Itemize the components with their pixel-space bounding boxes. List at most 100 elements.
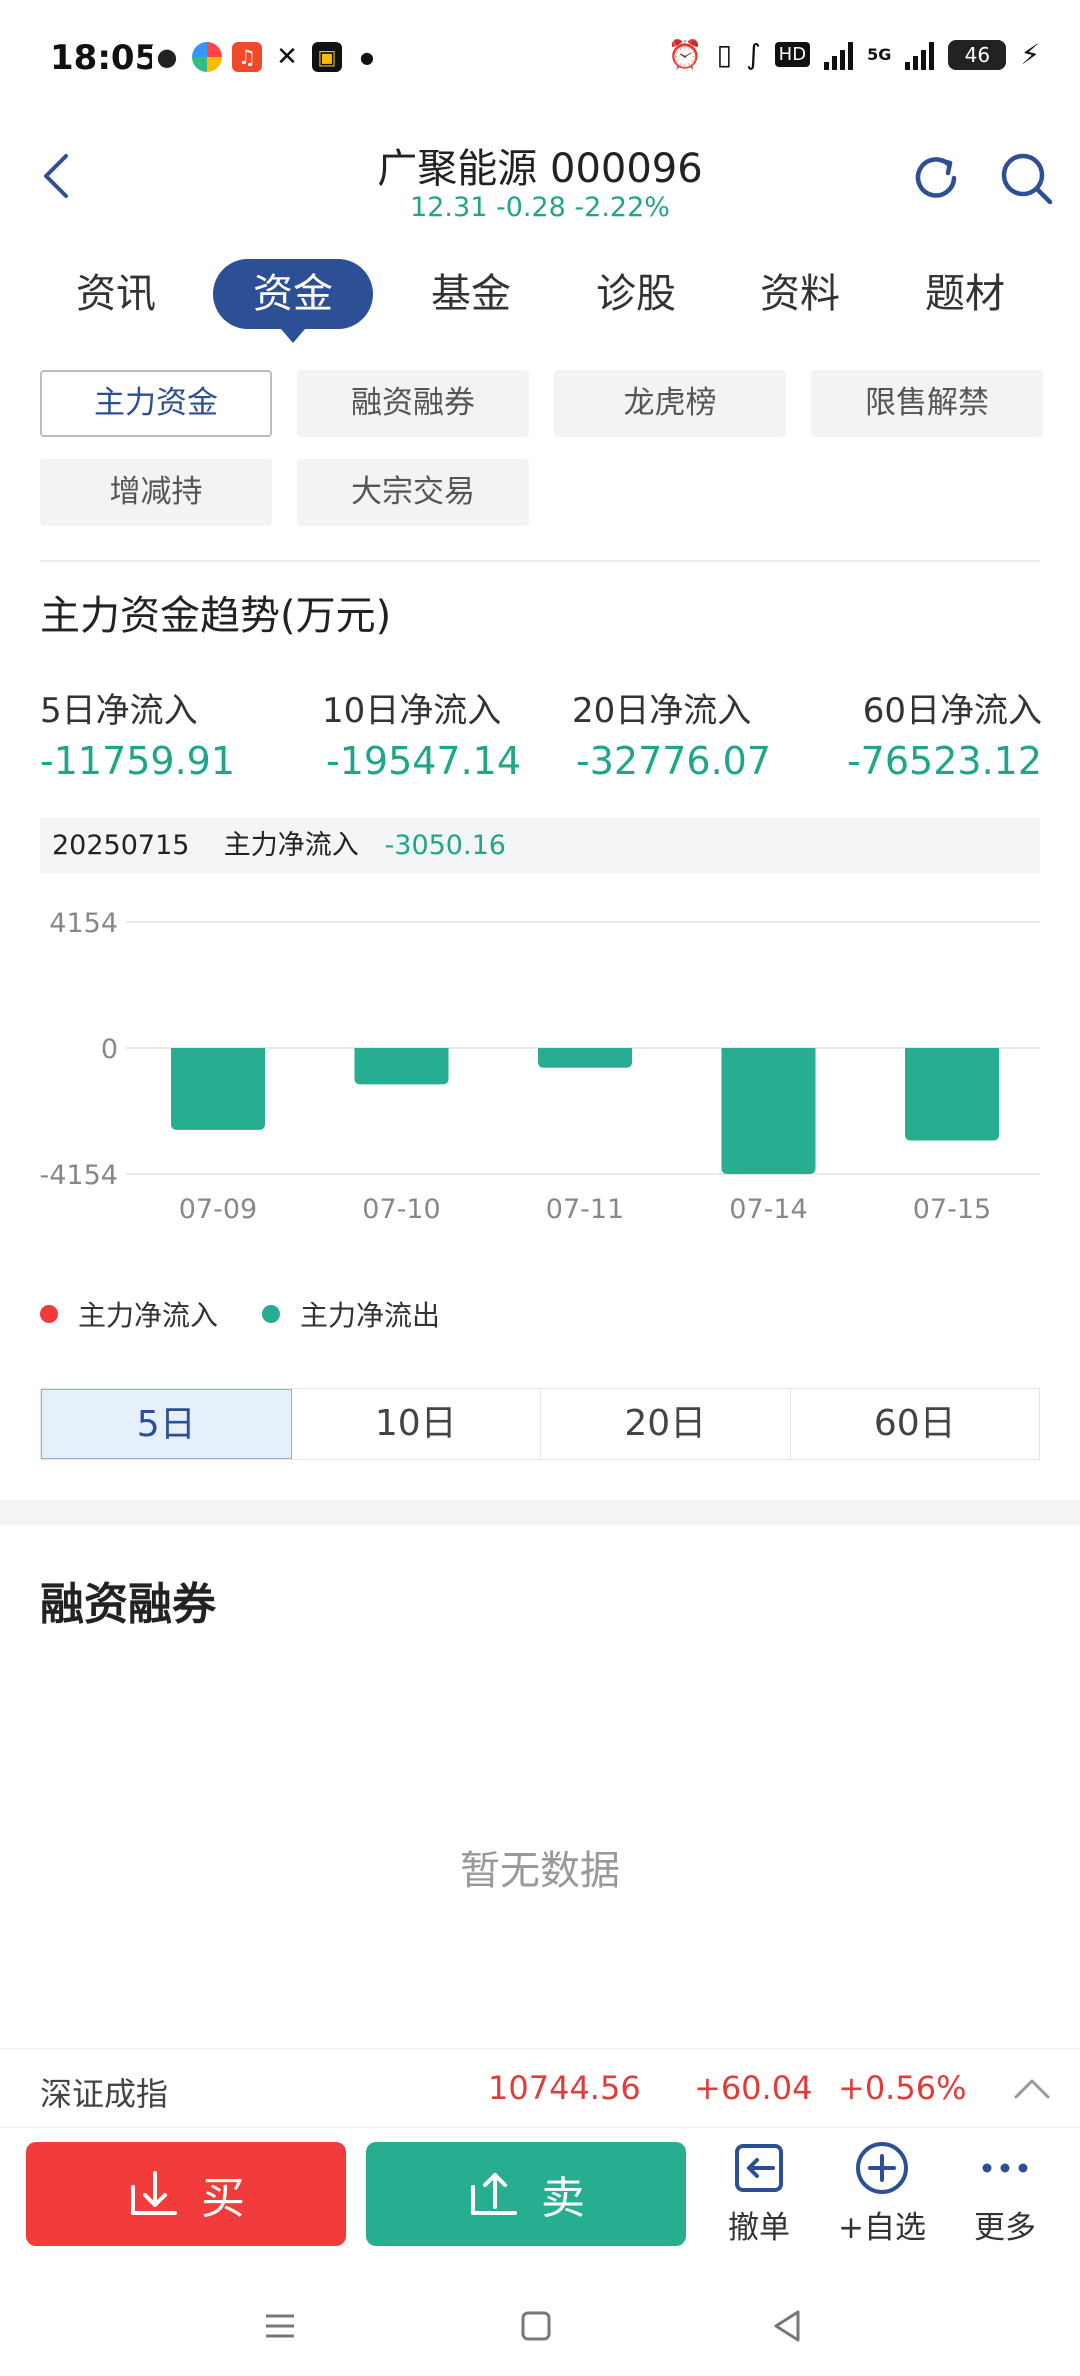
buy-arrow-icon bbox=[131, 2171, 177, 2215]
stat-20d-value: -32776.07 bbox=[576, 739, 772, 783]
menu-icon[interactable] bbox=[260, 2306, 300, 2346]
divider bbox=[40, 560, 1040, 562]
stat-20d-label: 20日净流入 bbox=[572, 691, 752, 731]
signal-icon bbox=[824, 40, 854, 70]
selected-value: -3050.16 bbox=[384, 830, 506, 861]
hd-icon: HD bbox=[774, 42, 811, 67]
subtab-block-trade[interactable]: 大宗交易 bbox=[297, 459, 529, 526]
buy-button[interactable]: 买 bbox=[26, 2142, 346, 2246]
period-5d[interactable]: 5日 bbox=[41, 1389, 292, 1459]
chart-legend: 主力净流入 主力净流出 bbox=[40, 1294, 440, 1334]
wechat-icon: ● bbox=[152, 42, 182, 72]
fund-flow-chart[interactable]: 4154 0 -4154 07-09 07-10 07-11 07-14 07-15 bbox=[0, 880, 1080, 1240]
period-tabs: 5日 10日 20日 60日 bbox=[40, 1388, 1040, 1460]
subtab-holdings-change[interactable]: 增减持 bbox=[40, 459, 272, 526]
legend-outflow-dot bbox=[262, 1305, 281, 1323]
sell-arrow-icon bbox=[471, 2173, 517, 2215]
buy-label: 买 bbox=[201, 2173, 245, 2224]
stat-5d-value: -11759.91 bbox=[40, 739, 236, 783]
more-notifications-icon: ● bbox=[360, 47, 374, 67]
stat-10d-label: 10日净流入 bbox=[322, 691, 502, 731]
y-tick-label: -4154 bbox=[40, 1160, 118, 1191]
x-tick-label: 07-09 bbox=[179, 1194, 257, 1225]
chevron-up-icon[interactable] bbox=[1012, 2071, 1052, 2107]
box-app-icon: ▣ bbox=[312, 42, 342, 72]
index-ticker-bar[interactable]: 深证成指 10744.56 +60.04 +0.56% bbox=[0, 2048, 1080, 2128]
sell-button[interactable]: 卖 bbox=[366, 2142, 686, 2246]
cancel-order-button[interactable]: 撤单 bbox=[704, 2140, 814, 2247]
vibrate-icon: ▯ bbox=[716, 38, 733, 71]
chart-bar bbox=[354, 1048, 449, 1085]
photos-icon bbox=[192, 42, 222, 72]
period-20d[interactable]: 20日 bbox=[541, 1389, 791, 1459]
plus-circle-icon bbox=[856, 2142, 908, 2194]
x-tick-label: 07-10 bbox=[362, 1194, 440, 1225]
selected-date-strip: 20250715 主力净流入 -3050.16 bbox=[40, 818, 1040, 873]
x-tick-label: 07-11 bbox=[546, 1194, 624, 1225]
index-name: 深证成指 bbox=[40, 2075, 169, 2113]
index-change: +60.04 bbox=[694, 2069, 813, 2107]
doc-app-icon: ✕ bbox=[272, 42, 302, 72]
index-value: 10744.56 bbox=[488, 2069, 641, 2107]
subtab-margin-trading[interactable]: 融资融券 bbox=[297, 370, 529, 437]
battery-icon: 46 bbox=[948, 39, 1007, 70]
selected-date: 20250715 bbox=[52, 830, 190, 861]
tab-fund[interactable]: 基金 bbox=[391, 259, 551, 329]
cancel-order-icon bbox=[735, 2144, 783, 2192]
main-tabs: 资讯 资金 基金 诊股 资料 题材 bbox=[0, 255, 1080, 343]
subtab-main-funds[interactable]: 主力资金 bbox=[40, 370, 272, 437]
network-5g-icon: 5G bbox=[867, 45, 892, 64]
y-tick-label: 0 bbox=[101, 1034, 118, 1065]
period-10d[interactable]: 10日 bbox=[292, 1389, 541, 1459]
chart-bar bbox=[905, 1048, 999, 1141]
system-navbar bbox=[0, 2280, 1080, 2376]
alarm-icon: ⏰ bbox=[667, 38, 703, 71]
search-icon[interactable] bbox=[996, 148, 1056, 208]
subtab-dragon-tiger[interactable]: 龙虎榜 bbox=[554, 370, 786, 437]
index-percent: +0.56% bbox=[838, 2069, 967, 2107]
legend-inflow-dot bbox=[40, 1305, 58, 1323]
stat-60d-label: 60日净流入 bbox=[862, 691, 1042, 731]
tab-funds[interactable]: 资金 bbox=[213, 259, 373, 343]
x-tick-label: 07-14 bbox=[729, 1194, 807, 1225]
signal-2-icon bbox=[905, 40, 935, 70]
refresh-icon[interactable] bbox=[906, 148, 966, 208]
more-dots-icon bbox=[982, 2163, 1028, 2173]
home-icon[interactable] bbox=[516, 2306, 556, 2346]
listen-app-icon: ♫ bbox=[232, 42, 262, 72]
y-tick-label: 4154 bbox=[49, 908, 118, 939]
tab-themes[interactable]: 题材 bbox=[885, 259, 1045, 329]
notification-icons: ● ♫ ✕ ▣ ● bbox=[152, 42, 382, 72]
x-tick-label: 07-15 bbox=[913, 1194, 991, 1225]
period-60d[interactable]: 60日 bbox=[791, 1389, 1040, 1459]
chart-bar bbox=[538, 1048, 632, 1068]
more-button[interactable]: 更多 bbox=[950, 2140, 1060, 2247]
back-nav-icon[interactable] bbox=[768, 2306, 808, 2346]
chart-svg: 4154 0 -4154 07-09 07-10 07-11 07-14 07-15 bbox=[40, 908, 1040, 1225]
charging-icon: ⚡ bbox=[1020, 38, 1040, 71]
selected-label: 主力净流入 bbox=[223, 830, 359, 861]
status-indicators: ⏰ ▯ ∫ HD 5G 46 ⚡ bbox=[668, 38, 1040, 71]
header: 广聚能源 000096 12.31 -0.28 -2.22% bbox=[0, 120, 1080, 250]
tab-news[interactable]: 资讯 bbox=[36, 259, 196, 329]
add-watchlist-button[interactable]: +自选 bbox=[827, 2140, 937, 2247]
subtab-lockup-release[interactable]: 限售解禁 bbox=[811, 370, 1043, 437]
more-label: 更多 bbox=[974, 2210, 1036, 2246]
stat-10d-value: -19547.14 bbox=[326, 739, 522, 783]
legend-outflow-label: 主力净流出 bbox=[300, 1299, 441, 1332]
chart-bar bbox=[721, 1048, 816, 1174]
chart-bar bbox=[171, 1048, 265, 1130]
cancel-order-label: 撤单 bbox=[728, 2210, 790, 2246]
status-time: 18:05 bbox=[50, 38, 159, 78]
add-watchlist-label: +自选 bbox=[838, 2210, 926, 2246]
bluetooth-icon: ∫ bbox=[746, 38, 761, 71]
stat-60d-value: -76523.12 bbox=[846, 739, 1042, 783]
section-title-main-funds: 主力资金趋势(万元) bbox=[40, 593, 392, 639]
tab-diagnosis[interactable]: 诊股 bbox=[556, 259, 716, 329]
stat-5d-label: 5日净流入 bbox=[40, 691, 198, 731]
status-bar: 18:05 ● ♫ ✕ ▣ ● ⏰ ▯ ∫ HD 5G 46 ⚡ bbox=[0, 0, 1080, 120]
legend-inflow-label: 主力净流入 bbox=[78, 1299, 219, 1332]
tab-profile[interactable]: 资料 bbox=[720, 259, 880, 329]
sell-label: 卖 bbox=[541, 2173, 585, 2224]
section-separator bbox=[0, 1500, 1080, 1525]
